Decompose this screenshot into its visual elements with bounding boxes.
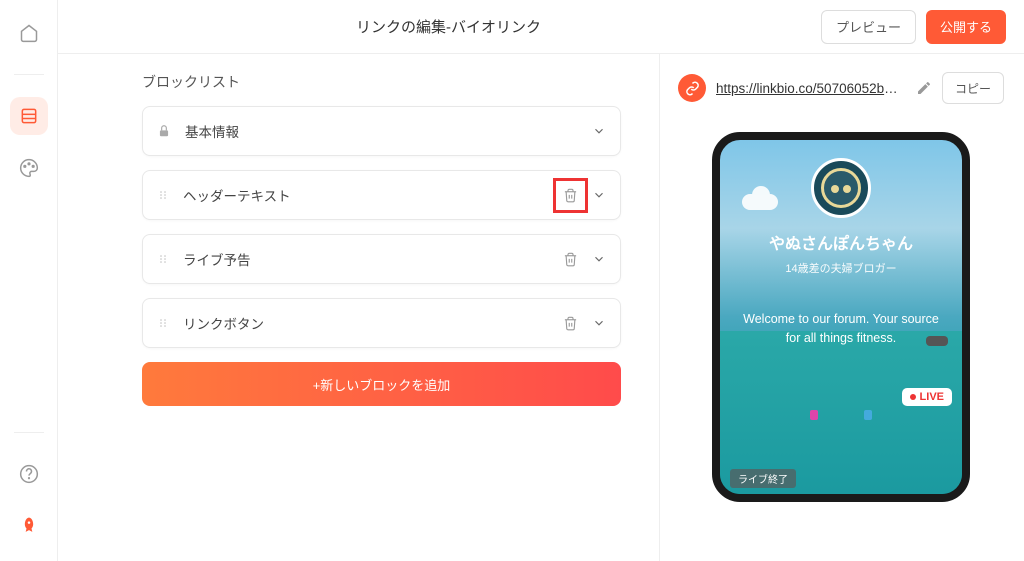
avatar <box>811 158 871 218</box>
block-list-title: ブロックリスト <box>142 72 621 92</box>
topbar: リンクの編集-バイオリンク プレビュー 公開する <box>58 0 1024 54</box>
biolink-url[interactable]: https://linkbio.co/50706052bGrfn <box>716 81 906 96</box>
block-basic-info[interactable]: 基本情報 <box>142 106 621 156</box>
divider <box>14 432 44 433</box>
preview-panel: https://linkbio.co/50706052bGrfn コピー <box>660 54 1024 561</box>
copy-button[interactable]: コピー <box>942 72 1004 104</box>
divider <box>14 74 44 75</box>
preview-button[interactable]: プレビュー <box>821 10 916 44</box>
trash-icon[interactable] <box>559 184 582 207</box>
block-label: リンクボタン <box>183 313 559 333</box>
trash-icon[interactable] <box>559 248 582 271</box>
pencil-icon[interactable] <box>916 80 932 96</box>
home-icon[interactable] <box>10 14 48 52</box>
add-block-button[interactable]: +新しいブロックを追加 <box>142 362 621 406</box>
live-end-badge: ライブ終了 <box>730 469 796 488</box>
help-icon[interactable] <box>10 455 48 493</box>
profile-name: やぬさんぽんちゃん <box>769 230 913 254</box>
drag-handle-icon[interactable] <box>157 317 169 329</box>
url-row: https://linkbio.co/50706052bGrfn コピー <box>678 72 1004 104</box>
main: リンクの編集-バイオリンク プレビュー 公開する ブロックリスト 基本情報 <box>58 0 1024 561</box>
drag-handle-icon[interactable] <box>157 189 169 201</box>
theme-icon[interactable] <box>10 149 48 187</box>
chevron-down-icon[interactable] <box>592 124 606 138</box>
publish-button[interactable]: 公開する <box>926 10 1006 44</box>
chevron-down-icon[interactable] <box>592 252 606 266</box>
block-header-text[interactable]: ヘッダーテキスト <box>142 170 621 220</box>
block-link-button[interactable]: リンクボタン <box>142 298 621 348</box>
profile-subtitle: 14歳差の夫婦ブロガー <box>785 260 896 276</box>
live-badge: LIVE <box>902 388 952 406</box>
block-label: ヘッダーテキスト <box>183 185 559 205</box>
rocket-icon[interactable] <box>10 507 48 545</box>
trash-icon[interactable] <box>559 312 582 335</box>
page-title: リンクの編集-バイオリンク <box>76 16 821 37</box>
chevron-down-icon[interactable] <box>592 316 606 330</box>
blocks-icon[interactable] <box>10 97 48 135</box>
block-list-panel: ブロックリスト 基本情報 <box>58 54 660 561</box>
welcome-text: Welcome to our forum. Your source for al… <box>720 310 962 348</box>
sidebar <box>0 0 58 561</box>
block-live-schedule[interactable]: ライブ予告 <box>142 234 621 284</box>
block-label: 基本情報 <box>185 121 592 141</box>
link-icon <box>678 74 706 102</box>
chevron-down-icon[interactable] <box>592 188 606 202</box>
drag-handle-icon[interactable] <box>157 253 169 265</box>
block-label: ライブ予告 <box>183 249 559 269</box>
phone-preview: やぬさんぽんちゃん 14歳差の夫婦ブロガー Welcome to our for… <box>712 132 970 502</box>
lock-icon <box>157 124 171 138</box>
